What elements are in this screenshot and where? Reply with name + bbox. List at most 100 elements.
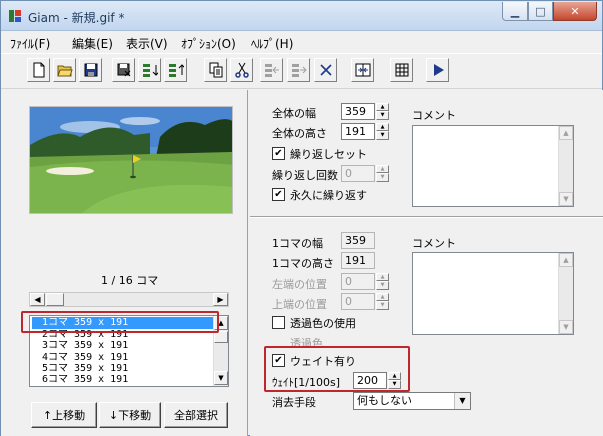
spin-up-icon[interactable]: ▲ bbox=[376, 273, 389, 281]
chevron-down-icon[interactable]: ▼ bbox=[454, 393, 470, 409]
spin-down-icon[interactable]: ▼ bbox=[376, 301, 389, 310]
frame-scrollbar[interactable]: ◀ ▶ bbox=[29, 292, 229, 307]
open-folder-icon bbox=[56, 65, 73, 77]
loop-set-label: 繰り返しセット bbox=[290, 148, 367, 161]
frame-left-spinner[interactable]: 0 ▲ ▼ bbox=[341, 273, 391, 290]
delete-button[interactable] bbox=[314, 58, 337, 82]
spin-up-icon[interactable]: ▲ bbox=[376, 165, 389, 173]
spin-down-icon[interactable]: ▼ bbox=[376, 173, 389, 182]
play-button[interactable] bbox=[426, 58, 449, 82]
save-as-button[interactable] bbox=[112, 58, 135, 82]
global-height-spinner[interactable]: 191 ▲ ▼ bbox=[341, 123, 391, 140]
frame-comment-textarea[interactable]: ▲ ▼ bbox=[412, 252, 574, 335]
loop-count-value[interactable]: 0 bbox=[341, 165, 375, 182]
save-button[interactable] bbox=[79, 58, 102, 82]
insert-frame-after-icon bbox=[168, 64, 184, 77]
frame-top-value[interactable]: 0 bbox=[341, 293, 375, 310]
disposal-select[interactable]: 何もしない ▼ bbox=[353, 392, 471, 410]
scroll-down-arrow-icon[interactable]: ▼ bbox=[214, 371, 228, 385]
frame-width-label: 1コマの幅 bbox=[272, 237, 323, 250]
new-file-icon bbox=[33, 62, 44, 78]
menu-options[interactable]: ｵﾌﾟｼｮﾝ(O) bbox=[181, 35, 236, 52]
scroll-thumb[interactable] bbox=[46, 293, 64, 306]
highlight-box bbox=[21, 311, 219, 333]
app-window: Giam - 新規.gif * ▁ □ ✕ ﾌｧｲﾙ(F) 編集(E) 表示(V… bbox=[0, 0, 603, 436]
scroll-left-arrow-icon[interactable]: ◀ bbox=[30, 293, 45, 306]
spin-up-icon[interactable]: ▲ bbox=[376, 123, 389, 131]
loop-count-label: 繰り返し回数 bbox=[272, 169, 338, 182]
paste-after-icon bbox=[291, 64, 307, 77]
copy-button[interactable] bbox=[204, 58, 227, 82]
scroll-down-arrow-icon[interactable]: ▼ bbox=[559, 320, 573, 334]
open-button[interactable] bbox=[53, 58, 76, 82]
menu-bar: ﾌｧｲﾙ(F) 編集(E) 表示(V) ｵﾌﾟｼｮﾝ(O) ﾍﾙﾌﾟ(H) bbox=[1, 32, 602, 52]
frame-counter: 1 / 16 コマ bbox=[101, 274, 159, 287]
spin-down-icon[interactable]: ▼ bbox=[376, 111, 389, 120]
global-width-spinner[interactable]: 359 ▲ ▼ bbox=[341, 103, 391, 120]
grid-button[interactable] bbox=[390, 58, 413, 82]
optimize-button[interactable] bbox=[351, 58, 374, 82]
insert-frame-icon bbox=[142, 64, 158, 77]
spin-down-icon[interactable]: ▼ bbox=[376, 131, 389, 140]
transparent-label: 透過色の使用 bbox=[290, 317, 356, 330]
loop-set-checkbox[interactable]: ✔ bbox=[272, 147, 285, 160]
select-all-button[interactable]: 全部選択 bbox=[164, 402, 228, 428]
move-down-button[interactable]: ↓下移動 bbox=[99, 402, 161, 428]
title-bar: Giam - 新規.gif * ▁ □ ✕ bbox=[1, 1, 602, 31]
optimize-icon bbox=[355, 63, 370, 77]
paste-button[interactable] bbox=[260, 58, 283, 82]
save-disk-icon bbox=[84, 63, 97, 77]
frame-list-item[interactable]: 6コマ 359 x 191 bbox=[32, 374, 213, 386]
frame-height-value: 191 bbox=[341, 252, 375, 269]
global-comment-textarea[interactable]: ▲ ▼ bbox=[412, 125, 574, 207]
move-up-button[interactable]: ↑上移動 bbox=[31, 402, 97, 428]
close-icon: ✕ bbox=[570, 4, 580, 18]
global-height-value[interactable]: 191 bbox=[341, 123, 375, 140]
new-file-button[interactable] bbox=[27, 58, 50, 82]
spin-down-icon[interactable]: ▼ bbox=[376, 281, 389, 290]
save-as-icon bbox=[117, 63, 130, 77]
insert-frame-after-button[interactable] bbox=[164, 58, 187, 82]
loop-forever-checkbox[interactable]: ✔ bbox=[272, 188, 285, 201]
frame-left-label: 左端の位置 bbox=[272, 278, 327, 291]
disposal-value: 何もしない bbox=[357, 394, 412, 407]
frame-preview-image bbox=[29, 106, 233, 214]
loop-count-spinner[interactable]: 0 ▲ ▼ bbox=[341, 165, 391, 182]
menu-view[interactable]: 表示(V) bbox=[126, 35, 168, 52]
frame-list-item[interactable]: 3コマ 359 x 191 bbox=[32, 340, 213, 352]
window-title: Giam - 新規.gif * bbox=[28, 11, 125, 25]
scroll-up-arrow-icon[interactable]: ▲ bbox=[559, 126, 573, 140]
app-icon bbox=[9, 10, 21, 22]
insert-frame-button[interactable] bbox=[138, 58, 161, 82]
global-height-label: 全体の高さ bbox=[272, 127, 327, 140]
scroll-up-arrow-icon[interactable]: ▲ bbox=[559, 253, 573, 267]
transparent-checkbox[interactable] bbox=[272, 316, 285, 329]
minimize-button[interactable]: ▁ bbox=[502, 2, 528, 21]
frame-panel: 1 / 16 コマ ◀ ▶ 1コマ 359 x 191 2コマ 359 x 19… bbox=[1, 90, 248, 436]
scroll-right-arrow-icon[interactable]: ▶ bbox=[213, 293, 228, 306]
menu-file[interactable]: ﾌｧｲﾙ(F) bbox=[10, 35, 50, 52]
maximize-icon: □ bbox=[535, 4, 546, 18]
comment-scrollbar[interactable]: ▲ ▼ bbox=[558, 253, 573, 334]
global-width-value[interactable]: 359 bbox=[341, 103, 375, 120]
cut-icon bbox=[234, 62, 249, 78]
maximize-button[interactable]: □ bbox=[528, 2, 553, 21]
frame-width-value: 359 bbox=[341, 232, 375, 249]
frame-top-spinner[interactable]: 0 ▲ ▼ bbox=[341, 293, 391, 310]
spin-up-icon[interactable]: ▲ bbox=[376, 293, 389, 301]
spin-up-icon[interactable]: ▲ bbox=[376, 103, 389, 111]
frame-comment-label: コメント bbox=[412, 237, 456, 250]
highlight-box bbox=[264, 346, 410, 392]
comment-scrollbar[interactable]: ▲ ▼ bbox=[558, 126, 573, 206]
close-button[interactable]: ✕ bbox=[553, 2, 597, 21]
loop-forever-label: 永久に繰り返す bbox=[290, 189, 367, 202]
menu-edit[interactable]: 編集(E) bbox=[72, 35, 113, 52]
menu-help[interactable]: ﾍﾙﾌﾟ(H) bbox=[251, 35, 293, 52]
scroll-down-arrow-icon[interactable]: ▼ bbox=[559, 192, 573, 206]
frame-height-label: 1コマの高さ bbox=[272, 257, 334, 270]
paste-after-button[interactable] bbox=[287, 58, 310, 82]
cut-button[interactable] bbox=[230, 58, 253, 82]
frame-left-value[interactable]: 0 bbox=[341, 273, 375, 290]
section-divider bbox=[250, 216, 603, 218]
paste-icon bbox=[264, 64, 279, 77]
